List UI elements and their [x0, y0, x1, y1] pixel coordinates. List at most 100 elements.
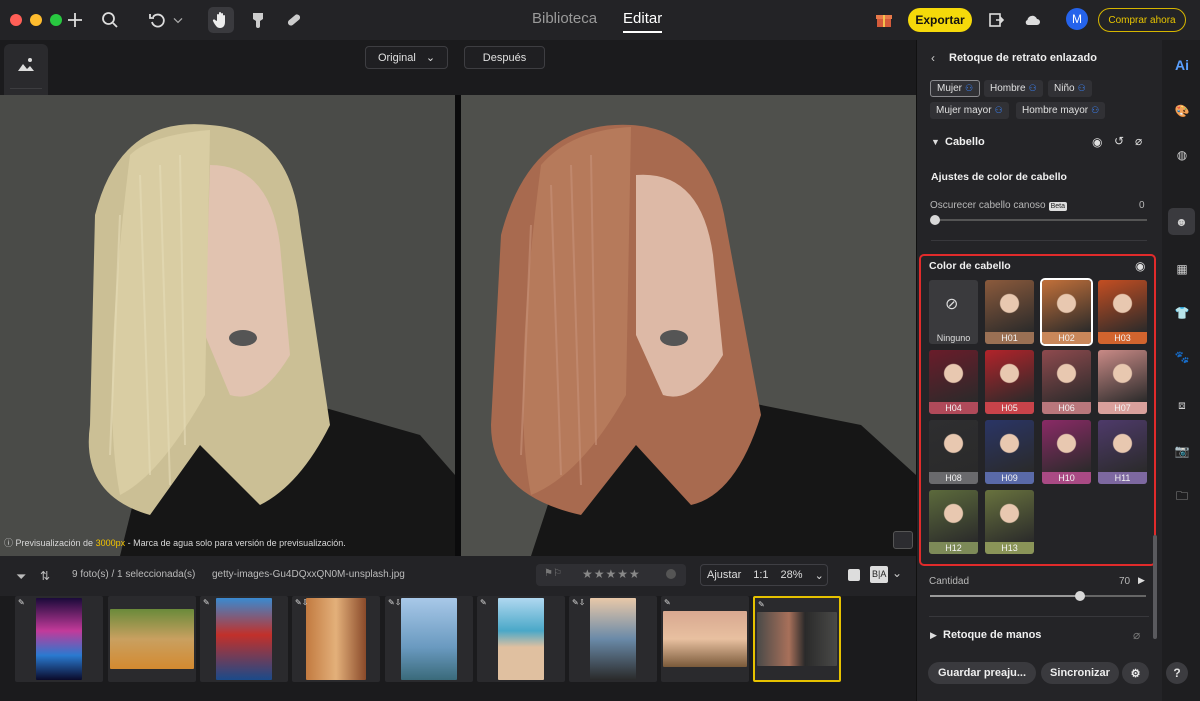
- after-label-button[interactable]: Después: [464, 46, 545, 69]
- undo-history-chevron-icon[interactable]: [170, 8, 186, 32]
- swatch-h06[interactable]: H06: [1042, 350, 1091, 414]
- swatch-h10[interactable]: H10: [1042, 420, 1091, 484]
- shirt-icon[interactable]: 👕: [1171, 302, 1193, 324]
- thumbnail-coast[interactable]: ✎⇩: [569, 596, 657, 682]
- avatar[interactable]: M: [1066, 8, 1088, 30]
- visibility-eye-icon[interactable]: ◉: [1092, 135, 1102, 149]
- ai-icon[interactable]: Ai: [1171, 54, 1193, 76]
- chip-child[interactable]: Niño ⚇: [1048, 80, 1092, 97]
- edited-badge-icon: ✎⇩: [295, 598, 309, 607]
- swatch-h02[interactable]: H02: [1040, 278, 1093, 346]
- add-icon[interactable]: [63, 8, 87, 32]
- sort-icon[interactable]: ⇅: [40, 569, 50, 583]
- minimize-window-button[interactable]: [30, 14, 42, 26]
- star-rating-icon[interactable]: ★★★★★: [582, 567, 641, 581]
- gradient-icon[interactable]: ▦: [1171, 258, 1193, 280]
- brush-tool-icon[interactable]: [246, 8, 270, 32]
- chip-woman[interactable]: Mujer ⚇: [930, 80, 981, 97]
- app-window: Biblioteca Editar Exportar M Comprar aho…: [0, 0, 1200, 701]
- open-external-icon[interactable]: [984, 8, 1008, 32]
- buy-now-button[interactable]: Comprar ahora: [1098, 8, 1186, 32]
- hands-section-title[interactable]: Retoque de manos: [943, 629, 1041, 641]
- help-button[interactable]: ?: [1166, 662, 1188, 684]
- swatch-h05[interactable]: H05: [985, 350, 1034, 414]
- sync-button[interactable]: Sincronizar: [1041, 662, 1119, 684]
- chevron-down-icon[interactable]: ⌄: [809, 569, 830, 582]
- swatch-h11[interactable]: H11: [1098, 420, 1147, 484]
- swatch-h03[interactable]: H03: [1098, 280, 1147, 344]
- tab-edit[interactable]: Editar: [623, 10, 663, 33]
- visibility-eye-icon[interactable]: ◉: [1135, 259, 1145, 273]
- maximize-window-button[interactable]: [50, 14, 62, 26]
- hair-section-title[interactable]: Cabello: [945, 136, 985, 148]
- swatch-h08[interactable]: H08: [929, 420, 978, 484]
- thumbnail-city[interactable]: ✎⇩: [385, 596, 473, 682]
- crop-frame-icon[interactable]: ⧈: [1171, 394, 1193, 416]
- ratio-button[interactable]: 1:1: [747, 569, 774, 581]
- undo-icon[interactable]: [146, 8, 170, 32]
- swatch-label: H13: [985, 542, 1034, 554]
- filter-icon[interactable]: ⏷: [16, 569, 26, 585]
- swatch-h04[interactable]: H04: [929, 350, 978, 414]
- sync-settings-icon[interactable]: ⚙: [1122, 662, 1149, 684]
- thumbnail-red-building[interactable]: ✎: [200, 596, 288, 682]
- export-button[interactable]: Exportar: [908, 8, 972, 32]
- swatch-none[interactable]: ⊘ Ninguno: [929, 280, 978, 344]
- thumbnail-street[interactable]: ✎⇩: [292, 596, 380, 682]
- thumbnail-portrait-selected[interactable]: ✎: [753, 596, 841, 682]
- cloud-icon[interactable]: [1020, 8, 1044, 32]
- close-window-button[interactable]: [10, 14, 22, 26]
- save-preset-button[interactable]: Guardar preaju...: [928, 662, 1036, 684]
- play-triangle-icon[interactable]: ▶: [1138, 575, 1145, 586]
- reset-icon[interactable]: ↺: [1114, 134, 1124, 148]
- swatch-h09[interactable]: H09: [985, 420, 1034, 484]
- collapse-triangle-icon[interactable]: ▼: [931, 137, 940, 147]
- eraser-icon[interactable]: ⌀: [1133, 628, 1140, 642]
- expand-triangle-icon[interactable]: ▶: [930, 630, 937, 641]
- fit-button[interactable]: Ajustar: [701, 569, 747, 581]
- beta-badge: Beta: [1048, 202, 1068, 211]
- swatch-h01[interactable]: H01: [985, 280, 1034, 344]
- zoom-value[interactable]: 28%: [775, 569, 809, 581]
- thumbnail-balloon[interactable]: ✎: [661, 596, 749, 682]
- search-icon[interactable]: [98, 8, 122, 32]
- chip-older-woman[interactable]: Mujer mayor ⚇: [930, 102, 1009, 119]
- folder-icon[interactable]: 🗀: [1171, 486, 1193, 508]
- paw-icon[interactable]: 🐾: [1171, 346, 1193, 368]
- color-label-icon[interactable]: [666, 569, 676, 579]
- rating-stars[interactable]: ⚑⚐ ★★★★★: [536, 564, 686, 586]
- watermark-prefix: Previsualización de: [15, 538, 96, 548]
- back-chevron-icon[interactable]: ‹: [931, 51, 935, 65]
- split-view-icon[interactable]: [893, 531, 913, 549]
- amount-slider-knob[interactable]: [1075, 591, 1085, 601]
- hand-tool-icon[interactable]: [208, 7, 234, 33]
- thumbnail-puppies[interactable]: [108, 596, 196, 682]
- gift-icon[interactable]: [872, 8, 896, 32]
- before-photo[interactable]: [0, 95, 455, 556]
- image-adjust-icon[interactable]: [14, 53, 38, 77]
- swatch-h07[interactable]: H07: [1098, 350, 1147, 414]
- palette-icon[interactable]: 🎨: [1171, 100, 1193, 122]
- eraser-icon[interactable]: ⌀: [1135, 134, 1142, 148]
- swatch-h13[interactable]: H13: [985, 490, 1034, 554]
- gray-hair-slider-knob[interactable]: [930, 215, 940, 225]
- gray-hair-slider[interactable]: [931, 219, 1147, 221]
- texture-icon[interactable]: ◍: [1171, 144, 1193, 166]
- single-view-icon[interactable]: [848, 569, 860, 581]
- after-photo[interactable]: [461, 95, 916, 556]
- flag-icon[interactable]: ⚑⚐: [544, 568, 562, 579]
- tab-library[interactable]: Biblioteca: [532, 10, 597, 33]
- camera-icon[interactable]: 📷: [1171, 440, 1193, 462]
- before-after-icon[interactable]: B|A: [870, 566, 889, 583]
- swatch-h12[interactable]: H12: [929, 490, 978, 554]
- panel-scrollbar[interactable]: [1153, 535, 1157, 639]
- thumbnail-neon-sign[interactable]: ✎: [15, 596, 103, 682]
- thumbnail-beach[interactable]: ✎: [477, 596, 565, 682]
- portrait-face-icon[interactable]: ☻: [1168, 208, 1195, 235]
- healing-tool-icon[interactable]: [282, 8, 306, 32]
- chevron-down-icon[interactable]: ⌄: [892, 566, 902, 580]
- chip-man[interactable]: Hombre ⚇: [984, 80, 1043, 97]
- chip-label: Hombre mayor: [1022, 105, 1089, 116]
- chip-older-man[interactable]: Hombre mayor ⚇: [1016, 102, 1106, 119]
- original-dropdown[interactable]: Original ⌄: [365, 46, 448, 69]
